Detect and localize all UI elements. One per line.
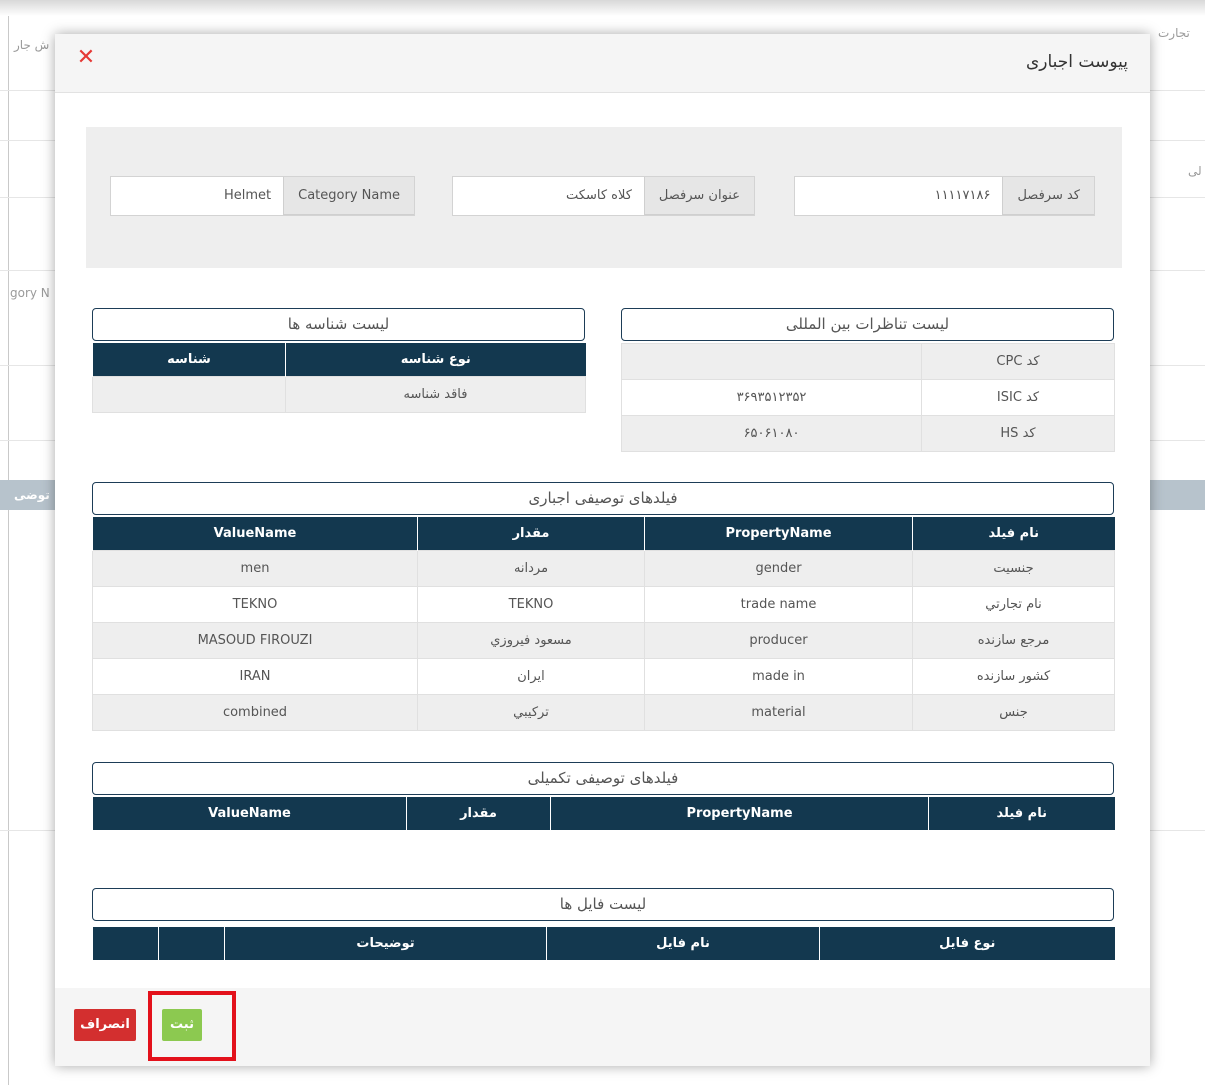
category-name-label: Category Name (283, 177, 414, 215)
identifiers-table: نوع شناسه شناسه فاقد شناسه (92, 343, 586, 413)
table-cell: IRAN (92, 658, 418, 695)
cancel-button[interactable]: انصراف (74, 1009, 136, 1041)
table-header-cell: شناسه (92, 343, 286, 377)
intl-mapping-table: کد CPC کد ISIC ۳۶۹۳۵۱۲۳۵۲ کد HS ۶۵۰۶۱۰۸۰ (621, 343, 1115, 452)
table-cell (621, 343, 922, 380)
background-text: gory N (10, 286, 50, 300)
mandatory-fields-title: فیلدهای توصیفی اجباری (92, 482, 1114, 515)
modal-footer: انصراف ثبت (55, 988, 1150, 1066)
table-row: جنس material تركيبي combined (92, 694, 1115, 731)
table-cell: مسعود فيروزي (417, 622, 645, 659)
table-cell: TEKNO (417, 586, 645, 623)
table-header-row: نام فیلد PropertyName مقدار ValueName (92, 797, 1115, 830)
table-header-row: نام فیلد PropertyName مقدار ValueName (92, 517, 1115, 551)
table-row: جنسيت gender مردانه men (92, 550, 1115, 587)
category-info-panel: کد سرفصل ۱۱۱۱۷۱۸۶ عنوان سرفصل کلاه کاسکت… (86, 127, 1122, 268)
table-cell: فاقد شناسه (285, 376, 586, 413)
files-title: لیست فایل ها (92, 888, 1114, 921)
modal-header: پیوست اجباری ✕ (55, 34, 1150, 93)
table-row: کد HS ۶۵۰۶۱۰۸۰ (621, 415, 1115, 452)
table-cell: MASOUD FIROUZI (92, 622, 418, 659)
category-name-value: Helmet (223, 188, 272, 203)
table-header-cell: نام فایل (546, 927, 820, 960)
table-header-cell: نوع شناسه (285, 343, 586, 377)
table-header-cell: توضیحات (224, 927, 547, 960)
category-code-field: کد سرفصل ۱۱۱۱۷۱۸۶ (794, 176, 1095, 216)
table-header-cell: PropertyName (550, 797, 929, 830)
table-cell: gender (644, 550, 913, 587)
mandatory-attachment-modal: پیوست اجباری ✕ کد سرفصل ۱۱۱۱۷۱۸۶ عنوان س… (55, 34, 1150, 1066)
modal-title: پیوست اجباری (1025, 52, 1128, 72)
table-header-cell: نوع فایل (819, 927, 1115, 960)
table-cell: men (92, 550, 418, 587)
table-row: کد CPC (621, 343, 1115, 380)
table-row: نام تجارتي trade name TEKNO TEKNO (92, 586, 1115, 623)
table-cell: تركيبي (417, 694, 645, 731)
table-cell: کد HS (921, 415, 1115, 452)
table-header-cell: نام فیلد (912, 517, 1115, 551)
submit-highlight-annotation (148, 991, 236, 1061)
supplementary-fields-title: فیلدهای توصیفی تکمیلی (92, 762, 1114, 795)
table-header-row: نوع شناسه شناسه (92, 343, 586, 377)
background-text: تجارت (1158, 26, 1190, 40)
files-table: نوع فایل نام فایل توضیحات (92, 927, 1115, 960)
identifiers-title: لیست شناسه ها (92, 308, 585, 341)
intl-mapping-title: لیست تناظرات بین المللی (621, 308, 1114, 341)
table-cell: ۳۶۹۳۵۱۲۳۵۲ (621, 379, 922, 416)
table-header-row: نوع فایل نام فایل توضیحات (92, 927, 1115, 960)
table-cell: کد CPC (921, 343, 1115, 380)
table-cell: made in (644, 658, 913, 695)
table-cell: combined (92, 694, 418, 731)
table-row: مرجع سازنده producer مسعود فيروزي MASOUD… (92, 622, 1115, 659)
table-header-cell (92, 927, 159, 960)
table-cell: مردانه (417, 550, 645, 587)
supplementary-fields-table: نام فیلد PropertyName مقدار ValueName (92, 797, 1115, 830)
table-cell: material (644, 694, 913, 731)
table-cell: ۶۵۰۶۱۰۸۰ (621, 415, 922, 452)
category-title-label: عنوان سرفصل (643, 177, 754, 215)
table-cell: کد ISIC (921, 379, 1115, 416)
table-cell: جنس (912, 694, 1115, 731)
close-icon[interactable]: ✕ (73, 45, 99, 71)
table-cell: producer (644, 622, 913, 659)
table-cell: نام تجارتي (912, 586, 1115, 623)
background-text: لی (1188, 164, 1202, 178)
category-name-field: Category Name Helmet (110, 176, 415, 216)
table-cell: ايران (417, 658, 645, 695)
category-code-label: کد سرفصل (1002, 177, 1094, 215)
table-cell: trade name (644, 586, 913, 623)
background-text: توضی (14, 488, 50, 502)
table-cell: TEKNO (92, 586, 418, 623)
table-cell: جنسيت (912, 550, 1115, 587)
table-header-cell: نام فیلد (928, 797, 1115, 830)
table-row: كشور سازنده made in ايران IRAN (92, 658, 1115, 695)
mandatory-fields-table: نام فیلد PropertyName مقدار ValueName جن… (92, 517, 1115, 731)
table-header-cell: ValueName (92, 797, 407, 830)
table-row: کد ISIC ۳۶۹۳۵۱۲۳۵۲ (621, 379, 1115, 416)
table-header-cell: مقدار (417, 517, 645, 551)
table-header-cell: PropertyName (644, 517, 913, 551)
category-code-value: ۱۱۱۱۷۱۸۶ (934, 188, 991, 203)
background-top-shadow (0, 0, 1205, 16)
table-cell: كشور سازنده (912, 658, 1115, 695)
background-text: ش جار (14, 38, 50, 52)
table-cell (92, 376, 286, 413)
category-title-field: عنوان سرفصل کلاه کاسکت (452, 176, 755, 216)
category-title-value: کلاه کاسکت (566, 188, 632, 203)
modal-body: کد سرفصل ۱۱۱۱۷۱۸۶ عنوان سرفصل کلاه کاسکت… (55, 93, 1150, 988)
table-cell: مرجع سازنده (912, 622, 1115, 659)
table-row: فاقد شناسه (92, 376, 586, 413)
table-header-cell: ValueName (92, 517, 418, 551)
table-header-cell: مقدار (406, 797, 551, 830)
background-left-border (8, 16, 9, 1085)
table-header-cell (158, 927, 225, 960)
